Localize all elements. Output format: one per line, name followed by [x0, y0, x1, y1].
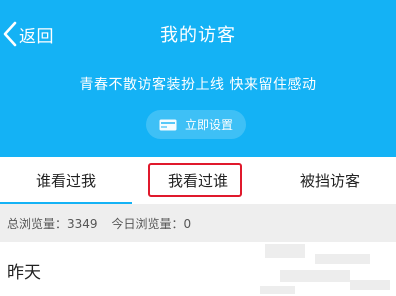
- promo-text: 青春不散访客装扮上线 快来留住感动: [79, 77, 317, 93]
- setup-now-button[interactable]: 立即设置: [146, 110, 246, 139]
- section-label-yesterday: 昨天: [7, 263, 41, 283]
- stats-bar: 总浏览量：3349 今日浏览量：0: [0, 204, 396, 242]
- header-bar: 返回 我的访客 青春不散访客装扮上线 快来留住感动 立即设置: [0, 0, 396, 157]
- visitor-tabs: 谁看过我 我看过谁 被挡访客: [0, 157, 396, 204]
- tab-blocked-visitors[interactable]: 被挡访客: [264, 157, 396, 204]
- tab-who-i-viewed-label: 我看过谁: [167, 172, 228, 190]
- setup-now-label: 立即设置: [184, 118, 233, 132]
- tab-who-viewed-me-label: 谁看过我: [35, 172, 96, 190]
- tab-blocked-visitors-label: 被挡访客: [299, 172, 360, 190]
- watermark: [255, 236, 396, 296]
- card-icon: [159, 119, 177, 130]
- total-views: 总浏览量：3349: [7, 216, 98, 231]
- page-title: 我的访客: [160, 25, 236, 46]
- today-views: 今日浏览量：0: [111, 216, 192, 231]
- tab-who-i-viewed[interactable]: 我看过谁: [132, 157, 264, 204]
- tab-who-viewed-me[interactable]: 谁看过我: [0, 157, 132, 204]
